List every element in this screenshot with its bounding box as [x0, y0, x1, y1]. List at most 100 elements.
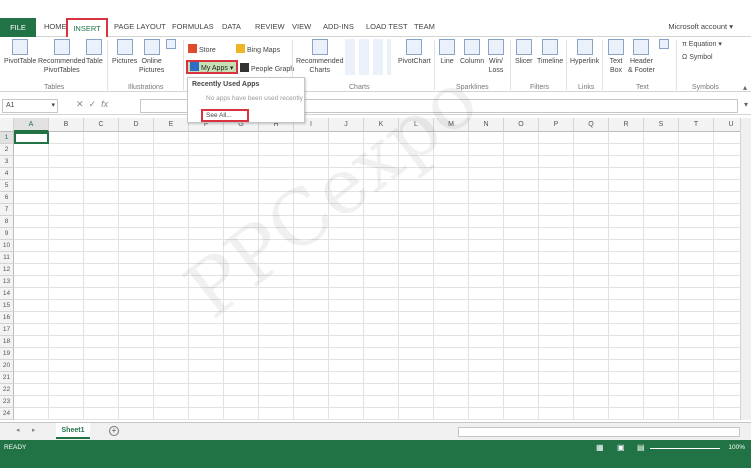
text-more-button[interactable]: [657, 39, 671, 51]
worksheet-grid[interactable]: ABCDEFGHIJKLMNOPQRSTU 1 2 3 4 5 6 7 8 9 10 11 12 13 1…: [0, 118, 751, 420]
divider: [676, 40, 677, 90]
grid-row-line: [14, 143, 749, 144]
row-header-14[interactable]: 14: [0, 288, 14, 300]
row-header-4[interactable]: 4: [0, 168, 14, 180]
sparkline-column-button[interactable]: Column: [460, 39, 484, 66]
column-header-m[interactable]: M: [434, 118, 469, 132]
group-label-symbols: Symbols: [692, 84, 719, 91]
horizontal-scrollbar[interactable]: [458, 427, 740, 437]
tab-data[interactable]: DATA: [222, 22, 241, 31]
people-graph-button[interactable]: People Graph: [240, 63, 294, 75]
column-header-a[interactable]: A: [14, 118, 49, 132]
tab-view[interactable]: VIEW: [292, 22, 311, 31]
pivotchart-button[interactable]: PivotChart: [398, 39, 431, 66]
row-header-9[interactable]: 9: [0, 228, 14, 240]
row-header-19[interactable]: 19: [0, 348, 14, 360]
bing-maps-button[interactable]: Bing Maps: [236, 44, 280, 56]
column-header-p[interactable]: P: [539, 118, 574, 132]
add-sheet-icon[interactable]: +: [109, 426, 119, 436]
page-layout-view-icon[interactable]: ▣: [617, 443, 625, 452]
row-header-18[interactable]: 18: [0, 336, 14, 348]
column-header-b[interactable]: B: [49, 118, 84, 132]
column-header-r[interactable]: R: [609, 118, 644, 132]
active-cell[interactable]: [14, 132, 49, 144]
select-all-corner[interactable]: [0, 118, 14, 132]
fx-icon[interactable]: fx: [101, 99, 108, 109]
normal-view-icon[interactable]: ▦: [596, 443, 604, 452]
row-header-7[interactable]: 7: [0, 204, 14, 216]
tab-load-test[interactable]: LOAD TEST: [366, 22, 408, 31]
table-button[interactable]: Table: [86, 39, 103, 66]
column-header-t[interactable]: T: [679, 118, 714, 132]
sparkline-line-button[interactable]: Line: [439, 39, 455, 66]
online-pictures-button[interactable]: Online Pictures: [139, 39, 164, 75]
row-header-22[interactable]: 22: [0, 384, 14, 396]
header-footer-button[interactable]: Header & Footer: [628, 39, 655, 75]
column-header-d[interactable]: D: [119, 118, 154, 132]
shapes-button[interactable]: [163, 39, 179, 51]
collapse-ribbon-icon[interactable]: ▴: [743, 83, 747, 92]
row-header-8[interactable]: 8: [0, 216, 14, 228]
prev-sheet-icon[interactable]: ◂: [16, 426, 20, 434]
row-header-17[interactable]: 17: [0, 324, 14, 336]
cancel-icon[interactable]: ✕: [76, 99, 84, 109]
name-box[interactable]: A1 ▾: [2, 99, 58, 113]
column-header-n[interactable]: N: [469, 118, 504, 132]
recommended-pivottables-button[interactable]: Recommended PivotTables: [38, 39, 85, 75]
tab-file[interactable]: FILE: [0, 18, 36, 37]
zoom-slider[interactable]: [650, 448, 720, 449]
chart-types-gallery[interactable]: [343, 39, 393, 77]
store-button[interactable]: Store: [188, 44, 216, 56]
text-box-button[interactable]: Text Box: [608, 39, 624, 75]
column-header-k[interactable]: K: [364, 118, 399, 132]
column-header-l[interactable]: L: [399, 118, 434, 132]
next-sheet-icon[interactable]: ▸: [32, 426, 36, 434]
row-header-13[interactable]: 13: [0, 276, 14, 288]
vertical-scrollbar[interactable]: [740, 118, 751, 420]
column-header-o[interactable]: O: [504, 118, 539, 132]
row-header-3[interactable]: 3: [0, 156, 14, 168]
tab-review[interactable]: REVIEW: [255, 22, 285, 31]
expand-formula-icon[interactable]: ▾: [744, 100, 748, 109]
pivottable-button[interactable]: PivotTable: [4, 39, 36, 66]
equation-button[interactable]: π Equation ▾: [682, 40, 722, 50]
row-header-21[interactable]: 21: [0, 372, 14, 384]
my-apps-button[interactable]: My Apps ▾: [186, 60, 238, 74]
tab-page-layout[interactable]: PAGE LAYOUT: [114, 22, 166, 31]
sheet-tab-sheet1[interactable]: Sheet1: [56, 423, 90, 439]
sparkline-winloss-button[interactable]: Win/Loss: [488, 39, 504, 75]
row-header-15[interactable]: 15: [0, 300, 14, 312]
see-all-link[interactable]: See All...: [201, 109, 249, 122]
account-menu[interactable]: Microsoft account ▾: [668, 22, 733, 31]
row-header-2[interactable]: 2: [0, 144, 14, 156]
tab-insert[interactable]: INSERT: [66, 18, 108, 37]
tab-formulas[interactable]: FORMULAS: [172, 22, 214, 31]
pictures-button[interactable]: Pictures: [112, 39, 137, 66]
row-header-11[interactable]: 11: [0, 252, 14, 264]
page-break-view-icon[interactable]: ▤: [637, 443, 645, 452]
row-header-20[interactable]: 20: [0, 360, 14, 372]
hyperlink-button[interactable]: Hyperlink: [570, 39, 599, 66]
column-header-s[interactable]: S: [644, 118, 679, 132]
row-header-16[interactable]: 16: [0, 312, 14, 324]
column-header-j[interactable]: J: [329, 118, 364, 132]
column-header-e[interactable]: E: [154, 118, 189, 132]
column-header-c[interactable]: C: [84, 118, 119, 132]
timeline-button[interactable]: Timeline: [537, 39, 563, 66]
enter-icon[interactable]: ✓: [89, 99, 97, 109]
row-header-12[interactable]: 12: [0, 264, 14, 276]
row-header-23[interactable]: 23: [0, 396, 14, 408]
row-header-5[interactable]: 5: [0, 180, 14, 192]
symbol-button[interactable]: Ω Symbol: [682, 53, 713, 63]
zoom-level[interactable]: 100%: [728, 444, 745, 451]
row-header-24[interactable]: 24: [0, 408, 14, 420]
row-header-10[interactable]: 10: [0, 240, 14, 252]
tab-add-ins[interactable]: ADD-INS: [323, 22, 354, 31]
tab-home[interactable]: HOME: [44, 22, 67, 31]
row-header-6[interactable]: 6: [0, 192, 14, 204]
column-header-q[interactable]: Q: [574, 118, 609, 132]
recommended-charts-button[interactable]: Recommended Charts: [296, 39, 343, 75]
tab-team[interactable]: TEAM: [414, 22, 435, 31]
slicer-button[interactable]: Slicer: [515, 39, 533, 66]
row-header-1[interactable]: 1: [0, 132, 14, 144]
